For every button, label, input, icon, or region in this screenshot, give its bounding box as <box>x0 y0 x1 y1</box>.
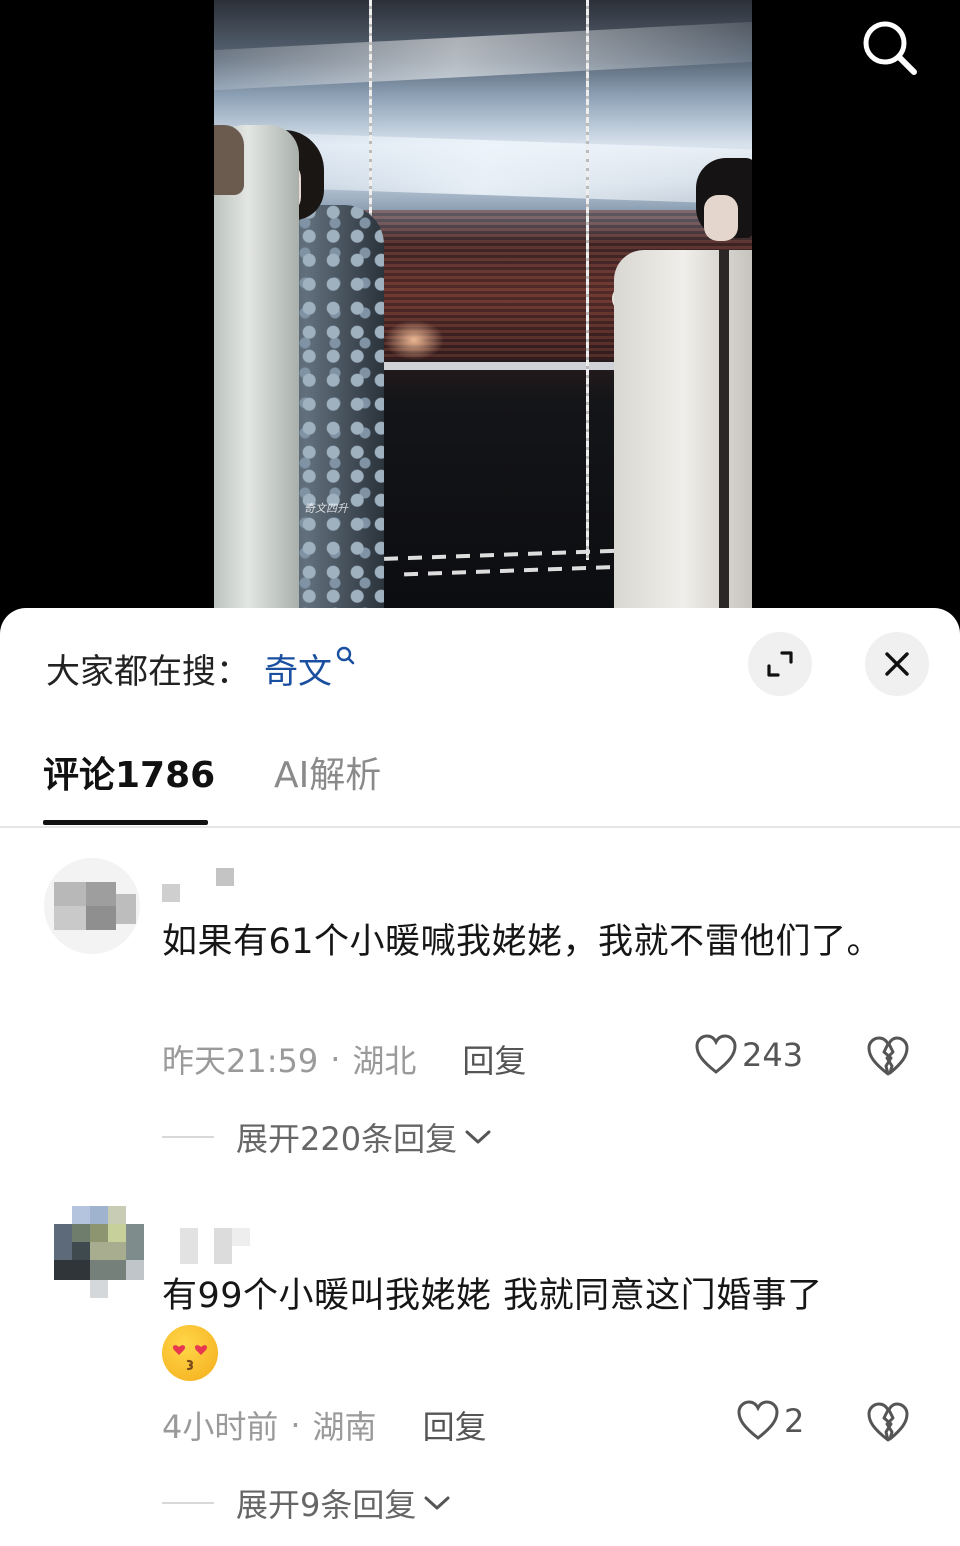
divider-line <box>162 1136 214 1138</box>
comment-location: 湖北 <box>352 1042 417 1080</box>
avatar-mosaic <box>90 1260 126 1280</box>
like-count: 243 <box>742 1036 804 1074</box>
comment-time: 昨天21:59 <box>162 1042 319 1080</box>
avatar-mosaic <box>90 1280 108 1298</box>
expand-icon <box>767 651 793 677</box>
small-search-icon <box>336 646 355 664</box>
search-button[interactable] <box>858 16 922 80</box>
avatar-mosaic <box>90 1242 126 1260</box>
heart-outline-icon <box>695 1034 737 1074</box>
dislike-button[interactable] <box>866 1036 910 1082</box>
expand-replies-button[interactable]: 展开9条回复 <box>162 1480 452 1526</box>
like-button[interactable]: 2 <box>736 1400 804 1442</box>
avatar-mosaic <box>72 1242 90 1260</box>
avatar-mosaic <box>54 1260 90 1280</box>
comment-meta: 4小时前 · 湖南 回复 <box>162 1402 487 1448</box>
broken-heart-icon <box>867 1402 909 1442</box>
like-button[interactable]: 243 <box>694 1034 803 1076</box>
video-watermark: 奇文四升 <box>304 502 348 515</box>
divider-line <box>162 1502 214 1504</box>
avatar-mosaic <box>72 1224 90 1242</box>
meta-separator: · <box>290 1406 301 1444</box>
tab-comments[interactable]: 评论1786 <box>43 748 215 826</box>
username-mosaic <box>180 1228 198 1264</box>
comments-sheet: 大家都在搜： 奇文 评论1786 AI解析 如果有61个小暖喊我姥姥，我就不雷他… <box>0 608 960 1546</box>
emoji-face-icon <box>172 1345 208 1371</box>
avatar-mosaic <box>90 1224 108 1242</box>
comment-text: 如果有61个小暖喊我姥姥，我就不雷他们了。 <box>162 922 883 962</box>
expand-replies-button[interactable]: 展开220条回复 <box>162 1114 493 1160</box>
active-tab-indicator <box>43 820 208 825</box>
avatar-mosaic <box>126 1260 144 1280</box>
username-mosaic <box>214 1228 232 1264</box>
expand-replies-label[interactable]: 展开9条回复 <box>236 1480 416 1526</box>
avatar-mosaic <box>116 894 136 924</box>
video-player[interactable]: 奇文四升 <box>0 0 960 640</box>
broken-heart-icon <box>867 1036 909 1076</box>
stage-light-band <box>214 21 752 91</box>
expand-replies-label[interactable]: 展开220条回复 <box>236 1114 457 1160</box>
meta-separator: · <box>330 1040 341 1078</box>
stage-glow <box>384 320 444 360</box>
avatar[interactable] <box>44 858 140 954</box>
jacket-stripe <box>719 250 729 608</box>
reply-button[interactable]: 回复 <box>462 1036 526 1082</box>
close-icon <box>885 652 909 676</box>
avatar-mosaic <box>86 882 116 906</box>
performer-hair <box>214 125 244 195</box>
dislike-button[interactable] <box>866 1402 910 1448</box>
avatar-mosaic <box>54 1224 72 1260</box>
performer-white-suit <box>214 125 299 608</box>
comment-meta: 昨天21:59 · 湖北 回复 <box>162 1036 526 1082</box>
stage-rope <box>586 0 589 560</box>
heart-eyes-kiss-emoji <box>162 1325 218 1381</box>
username-mosaic <box>232 1228 250 1246</box>
expand-button[interactable] <box>748 632 812 696</box>
chevron-down-icon <box>465 1130 491 1144</box>
avatar-mosaic <box>90 1206 108 1224</box>
avatar-mosaic <box>108 1224 126 1242</box>
avatar-mosaic <box>86 906 116 930</box>
avatar-mosaic <box>54 906 86 930</box>
comment-tabs: 评论1786 AI解析 <box>0 748 960 828</box>
comment-time: 4小时前 <box>162 1408 279 1446</box>
avatar-mosaic <box>108 1206 126 1224</box>
close-button[interactable] <box>865 632 929 696</box>
reply-button[interactable]: 回复 <box>423 1402 487 1448</box>
trending-search-term[interactable]: 奇文 <box>264 644 332 693</box>
comment-text-body: 有99个小暖叫我姥姥 我就同意这门婚事了 <box>162 1276 823 1316</box>
trending-search-link[interactable]: 奇文 <box>264 644 356 693</box>
trending-search-prefix: 大家都在搜： <box>46 651 250 692</box>
comment-text: 有99个小暖叫我姥姥 我就同意这门婚事了 <box>162 1268 922 1381</box>
comment-item: 如果有61个小暖喊我姥姥，我就不雷他们了。 昨天21:59 · 湖北 回复 24… <box>0 858 960 1168</box>
username-mosaic <box>162 884 180 902</box>
avatar-mosaic <box>54 882 86 906</box>
comment-item: 有99个小暖叫我姥姥 我就同意这门婚事了 4小时前 · 湖南 回复 2 展开9条… <box>0 1206 960 1526</box>
avatar[interactable] <box>54 1206 144 1306</box>
search-icon <box>863 21 917 75</box>
video-frame[interactable]: 奇文四升 <box>214 0 752 608</box>
avatar-mosaic <box>126 1224 144 1260</box>
performer-white-jacket <box>614 250 752 608</box>
username-mosaic <box>216 868 234 886</box>
heart-outline-icon <box>737 1400 779 1440</box>
like-count: 2 <box>784 1402 805 1440</box>
comment-location: 湖南 <box>312 1408 377 1446</box>
avatar-mosaic <box>72 1206 90 1224</box>
tab-ai-analysis[interactable]: AI解析 <box>274 748 381 826</box>
chevron-down-icon <box>424 1496 450 1510</box>
trending-search: 大家都在搜： 奇文 <box>46 646 356 692</box>
performer-face <box>704 195 738 241</box>
